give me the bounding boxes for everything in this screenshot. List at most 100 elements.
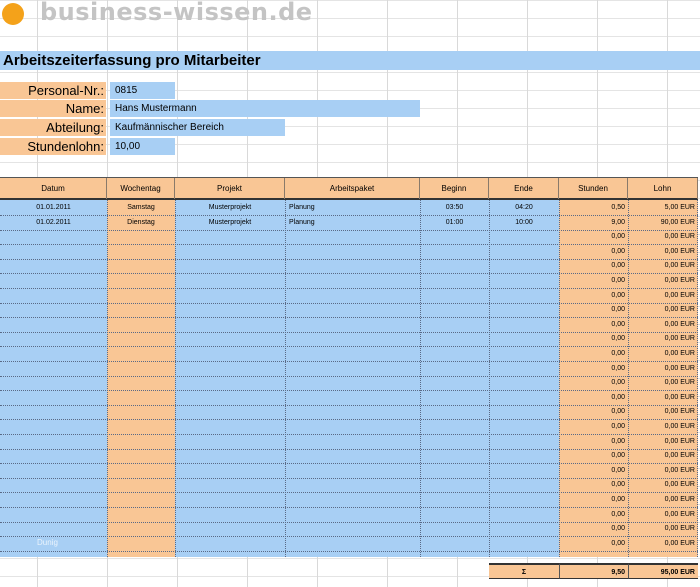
title-bar[interactable]: Arbeitszeiterfassung pro Mitarbeiter	[0, 51, 700, 70]
cell-projekt[interactable]	[175, 508, 285, 522]
cell-datum[interactable]	[0, 405, 107, 419]
cell-beginn[interactable]	[420, 259, 489, 273]
cell-arbeitspaket[interactable]	[285, 493, 420, 507]
cell-stunden[interactable]: 0,00	[559, 332, 628, 346]
cell-lohn[interactable]: 0,00 EUR	[628, 332, 698, 346]
cell-beginn[interactable]	[420, 435, 489, 449]
cell-datum[interactable]	[0, 508, 107, 522]
cell-lohn[interactable]: 5,00 EUR	[628, 201, 698, 215]
cell-ende[interactable]	[489, 347, 559, 361]
cell-ende[interactable]	[489, 478, 559, 492]
cell-arbeitspaket[interactable]	[285, 449, 420, 463]
cell-datum[interactable]	[0, 435, 107, 449]
cell-stunden[interactable]: 0,00	[559, 391, 628, 405]
cell-wochentag[interactable]	[107, 274, 175, 288]
cell-beginn[interactable]	[420, 464, 489, 478]
header-beginn[interactable]: Beginn	[420, 178, 489, 199]
cell-lohn[interactable]: 0,00 EUR	[628, 376, 698, 390]
cell-projekt[interactable]	[175, 493, 285, 507]
cell-wochentag[interactable]	[107, 347, 175, 361]
cell-arbeitspaket[interactable]	[285, 347, 420, 361]
cell-lohn[interactable]: 0,00 EUR	[628, 318, 698, 332]
cell-stunden[interactable]: 0,00	[559, 274, 628, 288]
cell-stunden[interactable]: 0,00	[559, 303, 628, 317]
cell-arbeitspaket[interactable]	[285, 332, 420, 346]
cell-projekt[interactable]	[175, 420, 285, 434]
cell-stunden[interactable]: 0,00	[559, 405, 628, 419]
cell-projekt[interactable]	[175, 347, 285, 361]
cell-projekt[interactable]	[175, 391, 285, 405]
cell-projekt[interactable]	[175, 289, 285, 303]
cell-arbeitspaket[interactable]	[285, 478, 420, 492]
cell-ende[interactable]	[489, 405, 559, 419]
cell-ende[interactable]	[489, 391, 559, 405]
cell-arbeitspaket[interactable]	[285, 362, 420, 376]
cell-beginn[interactable]	[420, 362, 489, 376]
cell-projekt[interactable]	[175, 318, 285, 332]
cell-wochentag[interactable]	[107, 318, 175, 332]
cell-projekt[interactable]	[175, 274, 285, 288]
cell-beginn[interactable]	[420, 493, 489, 507]
cell-beginn[interactable]	[420, 508, 489, 522]
cell-stunden[interactable]: 0,00	[559, 508, 628, 522]
cell-projekt[interactable]: Musterprojekt	[175, 201, 285, 215]
personal-nr-field[interactable]: 0815	[110, 82, 175, 99]
cell-wochentag[interactable]	[107, 391, 175, 405]
cell-beginn[interactable]	[420, 537, 489, 551]
cell-beginn[interactable]	[420, 289, 489, 303]
cell-ende[interactable]	[489, 464, 559, 478]
cell-wochentag[interactable]	[107, 230, 175, 244]
cell-ende[interactable]	[489, 537, 559, 551]
cell-lohn[interactable]: 0,00 EUR	[628, 303, 698, 317]
cell-stunden[interactable]: 0,00	[559, 478, 628, 492]
cell-ende[interactable]	[489, 435, 559, 449]
cell-beginn[interactable]	[420, 318, 489, 332]
header-lohn[interactable]: Lohn	[628, 178, 698, 199]
cell-wochentag[interactable]	[107, 435, 175, 449]
cell-wochentag[interactable]	[107, 522, 175, 536]
cell-lohn[interactable]: 0,00 EUR	[628, 522, 698, 536]
cell-beginn[interactable]	[420, 376, 489, 390]
cell-lohn[interactable]: 0,00 EUR	[628, 230, 698, 244]
cell-datum[interactable]	[0, 362, 107, 376]
cell-wochentag[interactable]	[107, 508, 175, 522]
cell-lohn[interactable]: 0,00 EUR	[628, 464, 698, 478]
cell-projekt[interactable]	[175, 449, 285, 463]
cell-beginn[interactable]	[420, 303, 489, 317]
cell-beginn[interactable]	[420, 274, 489, 288]
cell-projekt[interactable]	[175, 435, 285, 449]
cell-stunden[interactable]: 0,00	[559, 318, 628, 332]
cell-projekt[interactable]	[175, 259, 285, 273]
cell-lohn[interactable]: 0,00 EUR	[628, 478, 698, 492]
cell-projekt[interactable]	[175, 464, 285, 478]
cell-datum[interactable]	[0, 449, 107, 463]
cell-datum[interactable]	[0, 245, 107, 259]
cell-arbeitspaket[interactable]	[285, 303, 420, 317]
cell-arbeitspaket[interactable]: Planung	[285, 201, 420, 215]
cell-lohn[interactable]: 0,00 EUR	[628, 245, 698, 259]
header-datum[interactable]: Datum	[0, 178, 107, 199]
cell-stunden[interactable]: 0,00	[559, 464, 628, 478]
cell-datum[interactable]	[0, 391, 107, 405]
cell-ende[interactable]	[489, 362, 559, 376]
cell-datum[interactable]	[0, 464, 107, 478]
cell-beginn[interactable]	[420, 347, 489, 361]
cell-lohn[interactable]: 0,00 EUR	[628, 493, 698, 507]
cell-datum[interactable]: 01.02.2011	[0, 216, 107, 230]
cell-datum[interactable]	[0, 274, 107, 288]
cell-lohn[interactable]: 90,00 EUR	[628, 216, 698, 230]
cell-wochentag[interactable]	[107, 537, 175, 551]
cell-beginn[interactable]: 01:00	[420, 216, 489, 230]
cell-ende[interactable]	[489, 332, 559, 346]
cell-datum[interactable]: 01.01.2011	[0, 201, 107, 215]
cell-datum[interactable]	[0, 230, 107, 244]
cell-beginn[interactable]	[420, 391, 489, 405]
cell-ende[interactable]	[489, 493, 559, 507]
cell-datum[interactable]	[0, 478, 107, 492]
cell-ende[interactable]: 04:20	[489, 201, 559, 215]
cell-ende[interactable]	[489, 274, 559, 288]
cell-lohn[interactable]: 0,00 EUR	[628, 508, 698, 522]
cell-datum[interactable]	[0, 420, 107, 434]
cell-wochentag[interactable]	[107, 493, 175, 507]
cell-stunden[interactable]: 0,00	[559, 522, 628, 536]
